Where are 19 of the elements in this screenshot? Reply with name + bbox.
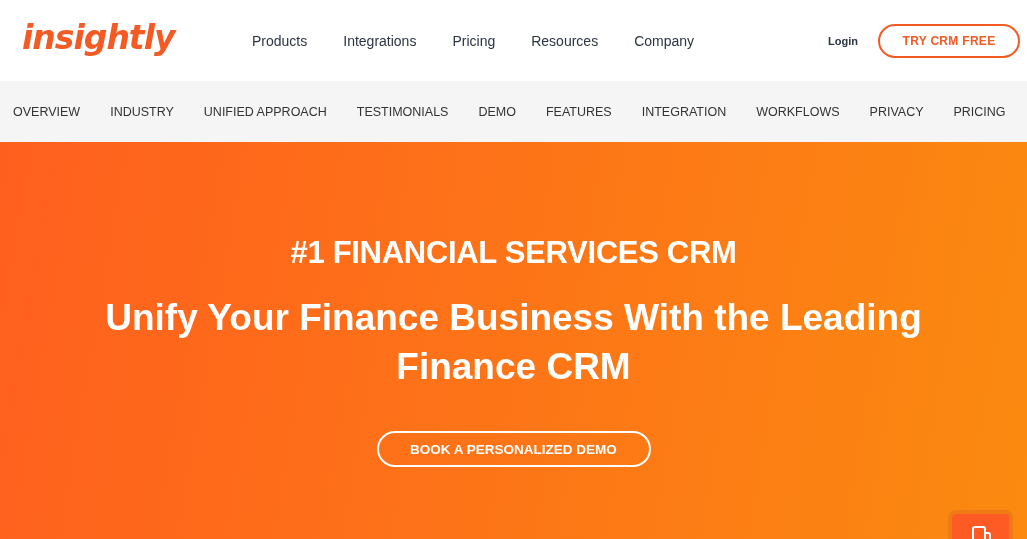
login-link[interactable]: Login xyxy=(828,34,858,47)
section-nav-link[interactable]: INTEGRATION xyxy=(641,104,727,119)
section-nav-link[interactable]: PRICING xyxy=(953,104,1006,119)
nav-link[interactable]: Resources xyxy=(531,32,599,49)
nav-link[interactable]: Pricing xyxy=(452,32,496,49)
hero-eyebrow: #1 FINANCIAL SERVICES CRM xyxy=(290,235,737,271)
nav-link[interactable]: Company xyxy=(634,32,695,49)
chat-icon xyxy=(969,526,992,539)
section-nav-link[interactable]: WORKFLOWS xyxy=(756,104,840,119)
section-nav-link[interactable]: FEATURES xyxy=(545,104,612,119)
section-nav-link[interactable]: PRIVACY xyxy=(869,104,924,119)
section-nav-link[interactable]: DEMO xyxy=(478,104,516,119)
hero-headline: Unify Your Finance Business With the Leading Finance CRM xyxy=(104,296,923,389)
section-nav-link[interactable]: TESTIMONIALS xyxy=(356,104,449,119)
section-nav-link[interactable]: INDUSTRY xyxy=(110,104,174,119)
nav-link[interactable]: Products xyxy=(252,32,308,49)
section-nav-link[interactable]: OVERVIEW xyxy=(13,104,81,119)
nav-link[interactable]: Integrations xyxy=(343,32,417,49)
section-nav-link[interactable]: UNIFIED APPROACH xyxy=(203,104,327,119)
